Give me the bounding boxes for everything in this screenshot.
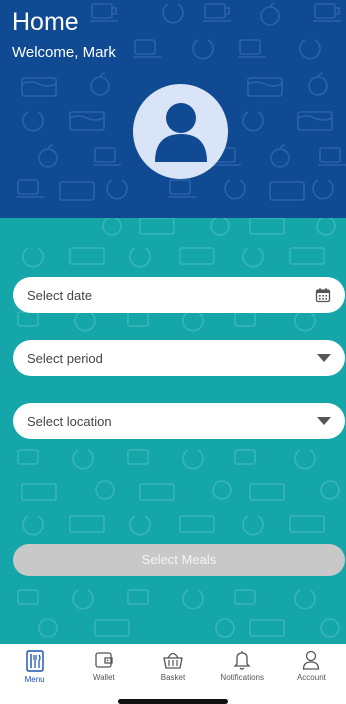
tab-basket-label: Basket: [160, 673, 186, 682]
select-meals-button[interactable]: Select Meals: [13, 544, 345, 576]
tab-basket[interactable]: Basket: [138, 644, 207, 704]
bottom-tab-bar: Menu Wallet Basket Notifications Account: [0, 644, 346, 704]
calendar-icon[interactable]: [315, 287, 331, 303]
basket-icon: [163, 652, 183, 669]
home-indicator: [118, 699, 228, 704]
welcome-message: Welcome, Mark: [12, 44, 116, 61]
user-icon: [154, 102, 207, 162]
chevron-down-icon: [317, 354, 331, 362]
tab-account-label: Account: [296, 673, 326, 682]
avatar[interactable]: [133, 84, 228, 179]
page-title: Home: [12, 8, 79, 36]
person-icon: [303, 650, 320, 670]
date-picker-field[interactable]: Select date: [13, 277, 345, 313]
tab-notifications-label: Notifications: [220, 673, 264, 682]
date-field-placeholder: Select date: [27, 287, 93, 303]
tab-account[interactable]: Account: [277, 644, 346, 704]
tab-wallet[interactable]: Wallet: [69, 644, 138, 704]
location-select[interactable]: Select location: [13, 403, 345, 439]
tab-menu-label: Menu: [24, 675, 45, 684]
wallet-icon: [95, 652, 113, 668]
chevron-down-icon: [317, 417, 331, 425]
period-select[interactable]: Select period: [13, 340, 345, 376]
period-select-placeholder: Select period: [27, 350, 103, 366]
location-select-placeholder: Select location: [27, 413, 112, 429]
tab-menu[interactable]: Menu: [0, 644, 69, 704]
tab-notifications[interactable]: Notifications: [208, 644, 277, 704]
menu-book-icon: [25, 650, 44, 672]
home-screen: Home Welcome, Mark Select date Select pe…: [0, 0, 346, 704]
tab-wallet-label: Wallet: [92, 673, 115, 682]
header-banner: Home Welcome, Mark: [0, 0, 346, 218]
bell-icon: [233, 651, 251, 670]
